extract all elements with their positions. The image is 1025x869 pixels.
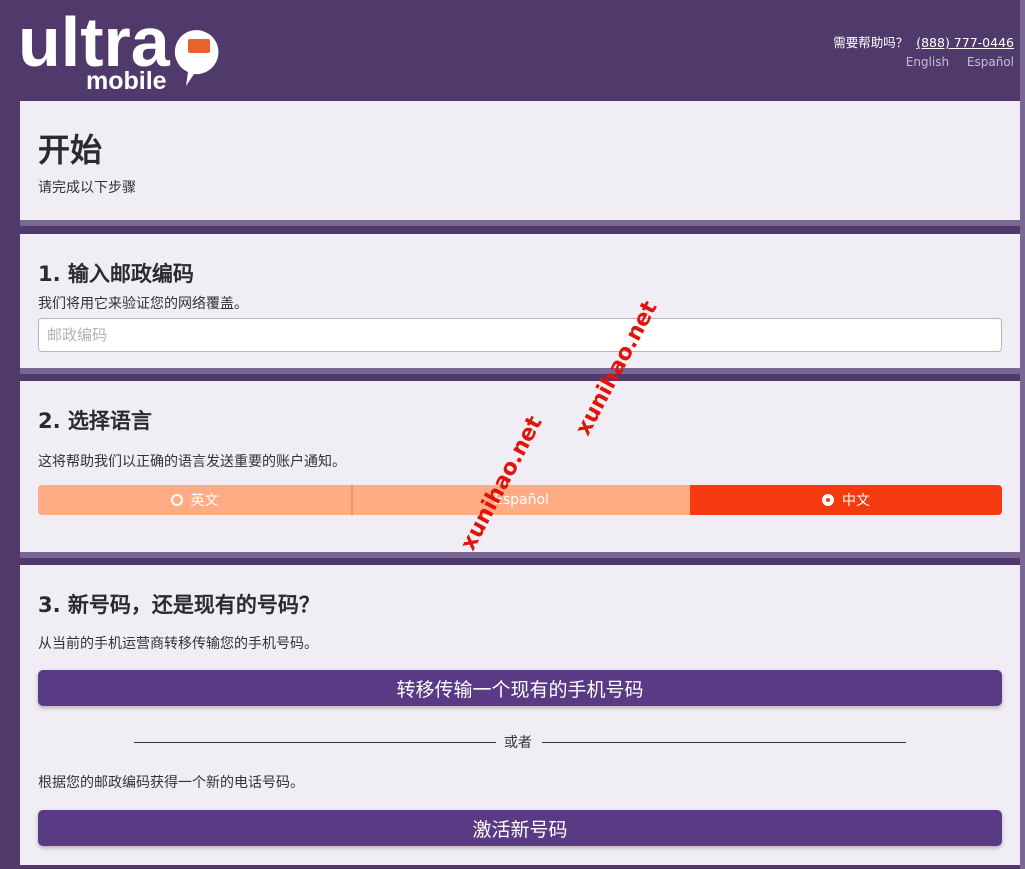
step1-desc: 我们将用它来验证您的网络覆盖。: [38, 296, 248, 312]
divider-line-right: [542, 742, 906, 743]
or-label: 或者: [504, 735, 532, 751]
help-phone-link[interactable]: (888) 777-0446: [916, 35, 1014, 50]
page-subtitle: 请完成以下步骤: [38, 180, 136, 196]
speech-bubble-icon: [174, 30, 219, 86]
transfer-number-button[interactable]: 转移传输一个现有的手机号码: [38, 670, 1002, 706]
language-selector: 英文 Español 中文: [38, 485, 1002, 515]
step3-title: 3. 新号码，还是现有的号码？: [38, 593, 320, 617]
header: ultra mobile 需要帮助吗？ (888) 777-0446 Engli…: [0, 0, 1025, 100]
option-label: 英文: [190, 493, 219, 509]
zip-card: 1. 输入邮政编码 我们将用它来验证您的网络覆盖。: [20, 234, 1020, 374]
language-option-english[interactable]: 英文: [38, 485, 351, 515]
step2-desc: 这将帮助我们以正确的语言发送重要的账户通知。: [38, 454, 346, 470]
step1-title: 1. 输入邮政编码: [38, 262, 194, 286]
logo-sub: mobile: [86, 67, 167, 95]
radio-checked-icon: [822, 494, 834, 506]
card-divider: [20, 552, 1020, 558]
divider-line-left: [134, 742, 496, 743]
language-option-spanish[interactable]: Español: [351, 485, 690, 515]
zip-code-input[interactable]: [38, 318, 1002, 352]
lang-spanish-link[interactable]: Español: [967, 55, 1014, 69]
lang-english-link[interactable]: English: [906, 55, 949, 69]
help-label: 需要帮助吗？: [833, 35, 909, 50]
radio-unchecked-icon: [170, 494, 183, 506]
language-links: English Español: [892, 55, 1014, 69]
card-divider: [20, 220, 1020, 226]
sim-icon: [188, 39, 210, 53]
new-number-desc: 根据您的邮政编码获得一个新的电话号码。: [38, 775, 304, 791]
card-divider: [20, 368, 1020, 374]
option-label: 中文: [842, 493, 870, 509]
ultra-mobile-logo[interactable]: ultra mobile: [18, 4, 228, 96]
activate-new-number-button[interactable]: 激活新号码: [38, 810, 1002, 846]
step2-title: 2. 选择语言: [38, 409, 152, 433]
right-edge-strip: [1020, 0, 1025, 869]
intro-card: 开始 请完成以下步骤: [20, 101, 1020, 226]
help-contact: 需要帮助吗？ (888) 777-0446: [833, 32, 1014, 51]
page-title: 开始: [38, 131, 103, 169]
transfer-desc: 从当前的手机运营商转移传输您的手机号码。: [38, 636, 318, 652]
number-card: 3. 新号码，还是现有的号码？ 从当前的手机运营商转移传输您的手机号码。 转移传…: [20, 565, 1020, 865]
language-option-chinese[interactable]: 中文: [690, 485, 1002, 515]
